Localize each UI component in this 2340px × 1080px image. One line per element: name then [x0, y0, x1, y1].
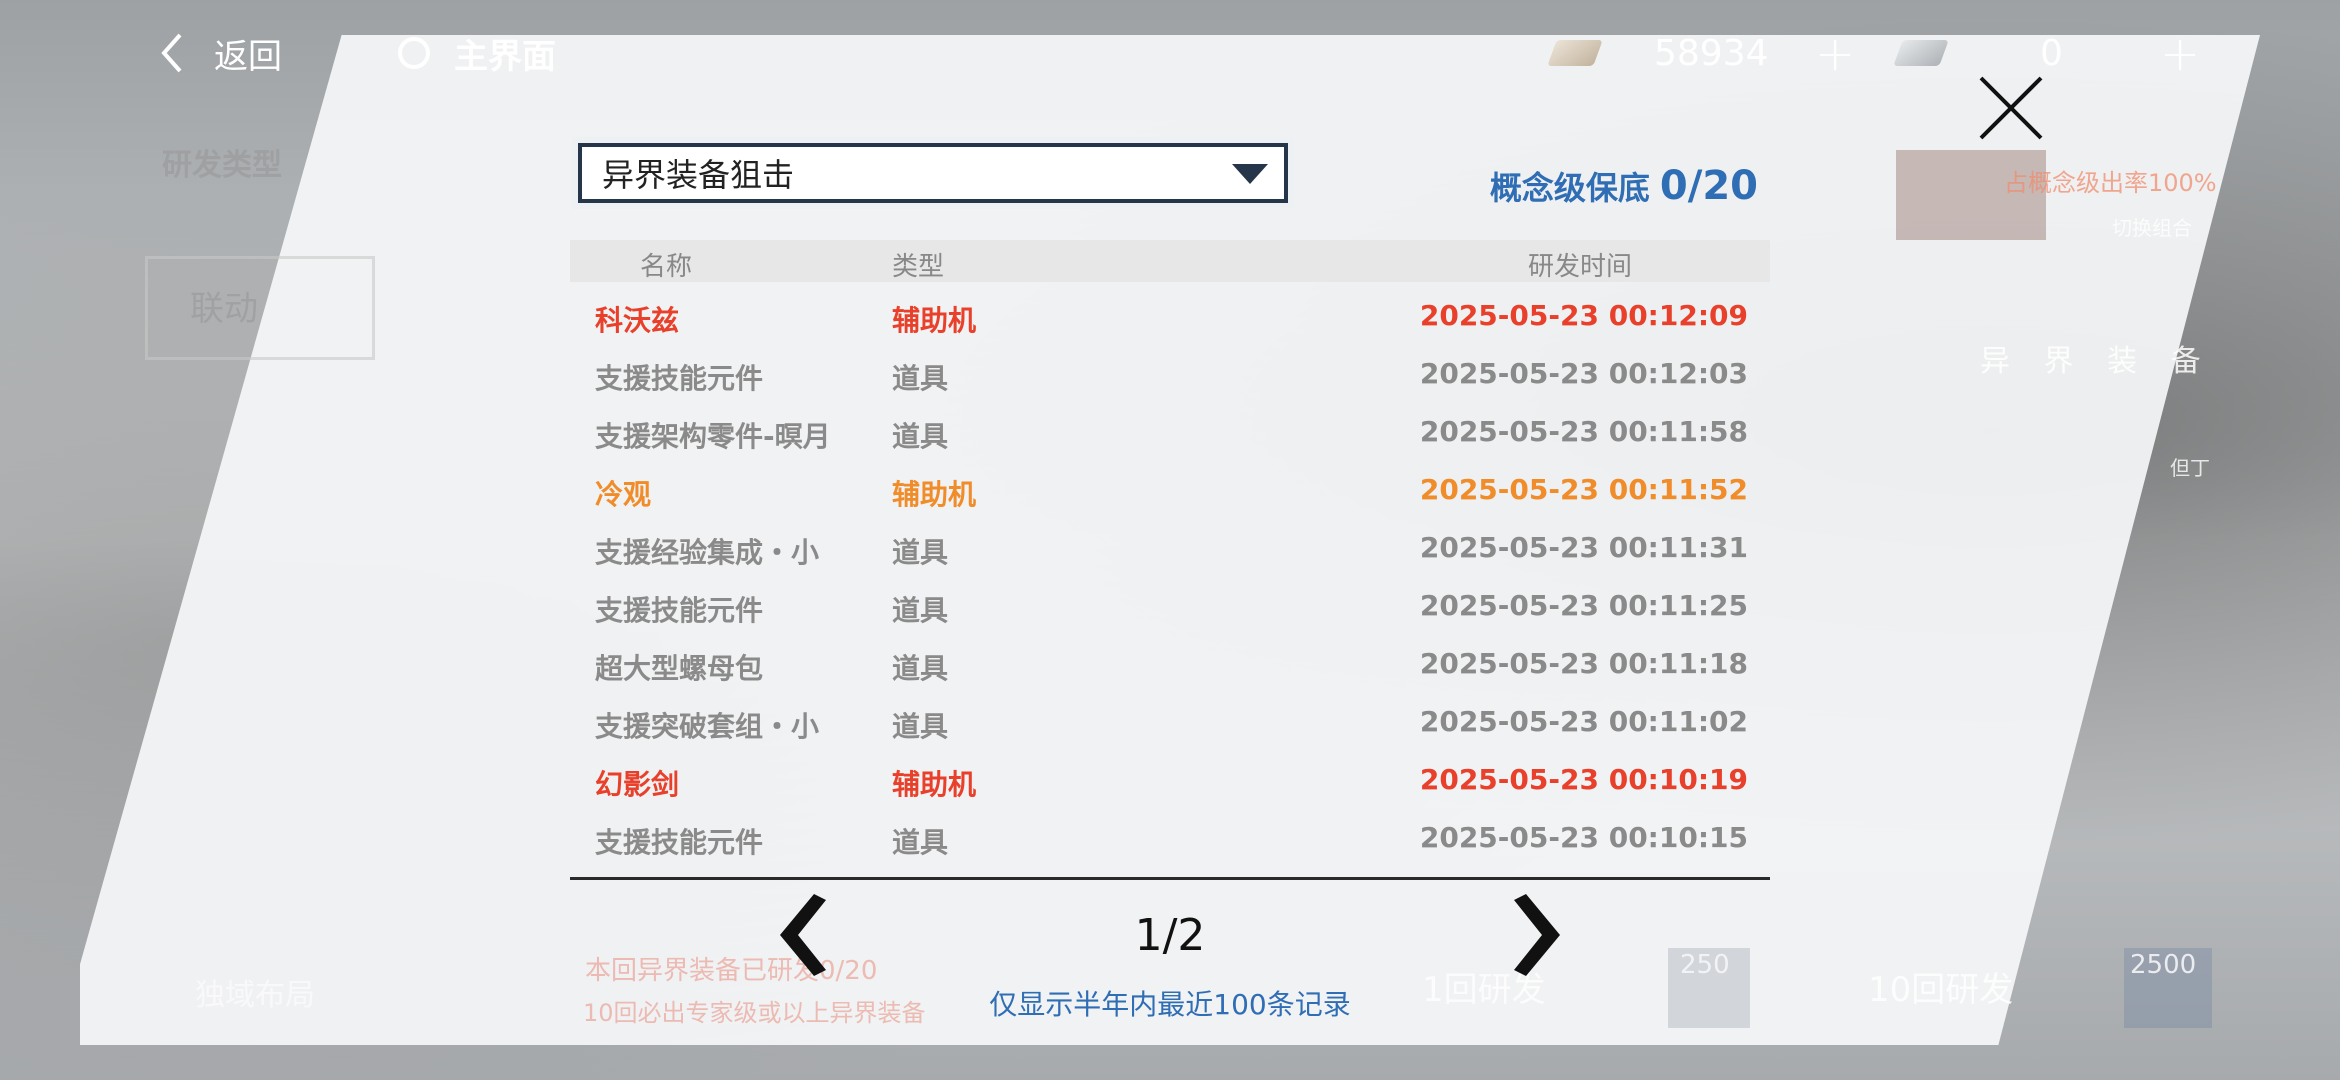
close-button[interactable]: [1975, 72, 2047, 144]
next-page-button[interactable]: [1510, 890, 1570, 980]
page-indicator: 1/2: [1134, 910, 1206, 961]
row-time: 2025-05-23 00:11:31: [1419, 531, 1748, 564]
col-header-time: 研发时间: [1528, 252, 1633, 282]
pool-select-dropdown[interactable]: 异界装备狙击: [578, 143, 1288, 203]
row-name: 超大型螺母包: [595, 652, 764, 685]
pull-10-cost: 2500: [2130, 950, 2197, 980]
ticket-icon: [1893, 40, 1949, 66]
home-button[interactable]: 主界面: [398, 28, 556, 78]
table-divider: [570, 877, 1770, 880]
row-time: 2025-05-23 00:12:09: [1419, 299, 1748, 332]
table-row: 支援经验集成・小 道具 2025-05-23 00:11:31: [570, 519, 1770, 577]
dropdown-arrow-icon: [1232, 164, 1268, 184]
close-icon: [1979, 76, 2043, 140]
row-type: 道具: [892, 652, 949, 685]
draw-history-dialog: 异界装备狙击 概念级保底 0/20 名称 类型 研发时间 科沃兹 辅助机 2025-…: [570, 135, 1770, 1035]
row-name: 支援技能元件: [595, 826, 764, 859]
row-time: 2025-05-23 00:11:18: [1419, 647, 1748, 680]
table-row: 支援技能元件 道具 2025-05-23 00:10:15: [570, 809, 1770, 867]
table-row: 冷观 辅助机 2025-05-23 00:11:52: [570, 461, 1770, 519]
prev-page-button[interactable]: [770, 890, 830, 980]
back-button[interactable]: 返回: [160, 28, 282, 78]
row-time: 2025-05-23 00:11:02: [1419, 705, 1748, 738]
rate-up-text: 占概念级出率100%: [2004, 169, 2217, 197]
row-name: 科沃兹: [595, 304, 680, 337]
material-currency: [1547, 28, 1603, 78]
row-time: 2025-05-23 00:10:19: [1419, 763, 1748, 796]
material-count: 58934: [1654, 32, 1769, 74]
row-type: 道具: [892, 826, 949, 859]
col-header-type: 类型: [892, 252, 945, 282]
add-ticket-button[interactable]: +: [2160, 26, 2200, 82]
row-type: 道具: [892, 536, 949, 569]
row-type: 道具: [892, 710, 949, 743]
ticket-count: 0: [2040, 32, 2063, 74]
pool-select-value: 异界装备狙击: [602, 156, 795, 194]
row-name: 冷观: [595, 478, 652, 511]
table-body: 科沃兹 辅助机 2025-05-23 00:12:09 支援技能元件 道具 2025-05…: [570, 287, 1770, 867]
history-table: 名称 类型 研发时间 科沃兹 辅助机 2025-05-23 00:12:09 支援技能…: [570, 240, 1770, 867]
category-label: 异 界 装 备: [1980, 344, 2213, 379]
chevron-left-icon: [161, 33, 182, 73]
dev-type-label: 研发类型: [162, 148, 282, 183]
pull-10-button: 10回研发: [1868, 970, 2014, 1010]
row-time: 2025-05-23 00:11:25: [1419, 589, 1748, 622]
table-row: 支援突破套组・小 道具 2025-05-23 00:11:02: [570, 693, 1770, 751]
records-note: 仅显示半年内最近100条记录: [989, 988, 1351, 1021]
pity-counter: 概念级保底 0/20: [1490, 163, 1758, 209]
pity-value: 0/20: [1659, 163, 1758, 209]
switch-combo-button: 切换组合: [2112, 216, 2192, 240]
bottom-left-label: 独域布局: [195, 978, 315, 1013]
collab-tab-label: 联动: [190, 289, 258, 329]
row-name: 支援突破套组・小: [595, 710, 820, 743]
row-type: 道具: [892, 594, 949, 627]
col-header-name: 名称: [640, 252, 693, 282]
table-row: 支援架构零件-暝月 道具 2025-05-23 00:11:58: [570, 403, 1770, 461]
row-type: 辅助机: [892, 768, 977, 801]
row-name: 支援技能元件: [595, 594, 764, 627]
row-time: 2025-05-23 00:10:15: [1419, 821, 1748, 854]
row-name: 支援经验集成・小: [595, 536, 820, 569]
home-circle-icon: [398, 37, 430, 69]
home-label: 主界面: [454, 36, 556, 77]
row-time: 2025-05-23 00:11:58: [1419, 415, 1748, 448]
material-icon: [1547, 40, 1603, 66]
row-type: 道具: [892, 362, 949, 395]
table-header: 名称 类型 研发时间: [570, 240, 1770, 282]
chevron-right-icon: [1514, 894, 1560, 976]
back-label: 返回: [214, 36, 282, 77]
table-row: 支援技能元件 道具 2025-05-23 00:11:25: [570, 577, 1770, 635]
row-time: 2025-05-23 00:12:03: [1419, 357, 1748, 390]
table-row: 支援技能元件 道具 2025-05-23 00:12:03: [570, 345, 1770, 403]
chevron-left-icon: [780, 894, 826, 976]
row-type: 辅助机: [892, 478, 977, 511]
pity-label: 概念级保底: [1489, 169, 1650, 207]
row-type: 道具: [892, 420, 949, 453]
ticket-currency: [1893, 28, 1949, 78]
collab-tab: 联动: [145, 256, 375, 360]
row-type: 辅助机: [892, 304, 977, 337]
table-row: 幻影剑 辅助机 2025-05-23 00:10:19: [570, 751, 1770, 809]
add-material-button[interactable]: +: [1815, 26, 1855, 82]
row-time: 2025-05-23 00:11:52: [1419, 473, 1748, 506]
row-name: 支援技能元件: [595, 362, 764, 395]
row-name: 支援架构零件-暝月: [595, 420, 831, 453]
row-name: 幻影剑: [595, 768, 680, 801]
table-row: 科沃兹 辅助机 2025-05-23 00:12:09: [570, 287, 1770, 345]
table-row: 超大型螺母包 道具 2025-05-23 00:11:18: [570, 635, 1770, 693]
character-tag: 但丁: [2170, 456, 2210, 480]
